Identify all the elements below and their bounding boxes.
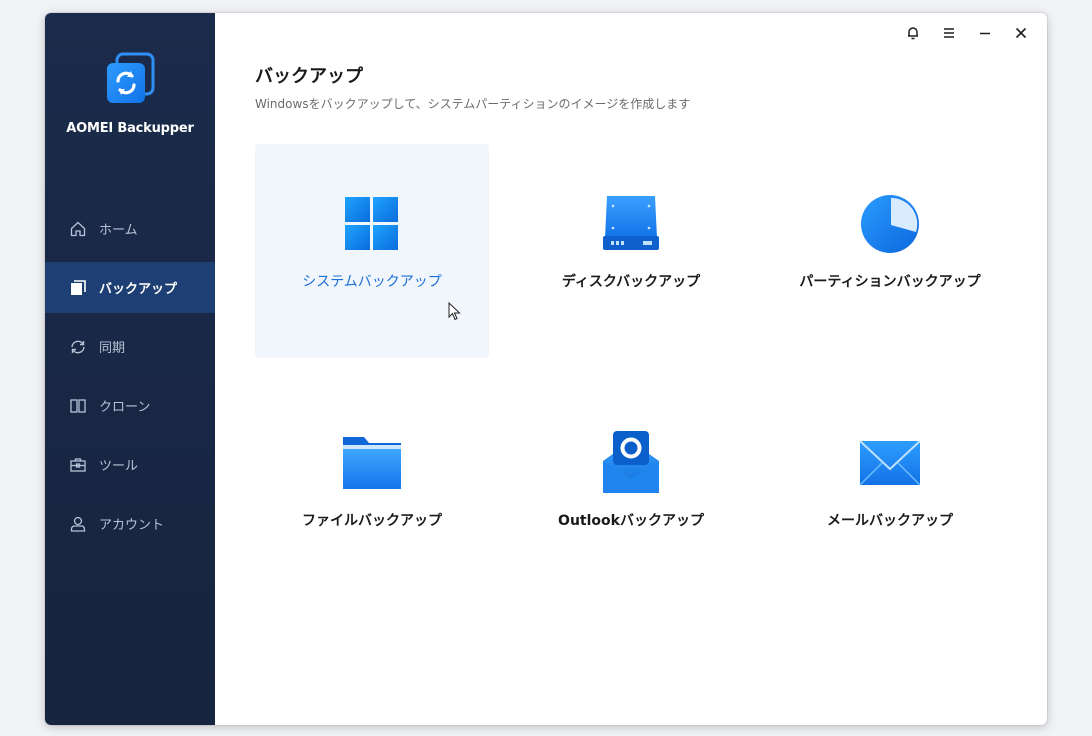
app-name: AOMEI Backupper — [66, 121, 194, 136]
clone-icon — [70, 398, 86, 413]
page-title: バックアップ — [255, 66, 363, 87]
sidebar-item-label: バックアップ — [99, 282, 178, 297]
system-backup-tile[interactable]: システムバックアップ — [255, 144, 489, 358]
folder-icon — [343, 437, 401, 489]
tile-label: ファイルバックアップ — [302, 513, 442, 529]
sidebar-item-label: 同期 — [99, 341, 126, 356]
sidebar-nav: ホーム バックアップ 同期 クローン ツール アカウント — [45, 203, 215, 557]
mouse-cursor-icon — [448, 302, 461, 321]
sidebar-item-sync[interactable]: 同期 — [45, 321, 215, 372]
tile-label: ディスクバックアップ — [561, 274, 701, 290]
file-backup-tile[interactable]: ファイルバックアップ — [255, 383, 489, 597]
home-icon — [70, 221, 86, 236]
menu-icon[interactable] — [933, 21, 965, 45]
sidebar-item-backup[interactable]: バックアップ — [45, 262, 215, 313]
backup-icon — [71, 279, 86, 295]
sidebar-item-label: アカウント — [99, 518, 165, 533]
tile-label: Outlookバックアップ — [558, 513, 704, 529]
sidebar-item-home[interactable]: ホーム — [45, 203, 215, 254]
disk-icon — [603, 196, 659, 250]
sidebar-item-clone[interactable]: クローン — [45, 380, 215, 431]
sidebar-item-account[interactable]: アカウント — [45, 498, 215, 549]
partition-pie-icon — [861, 195, 919, 253]
minimize-icon[interactable] — [969, 21, 1001, 45]
tools-icon — [70, 457, 86, 472]
close-icon[interactable] — [1005, 21, 1037, 45]
sidebar-item-label: ツール — [99, 459, 139, 474]
app-window: AOMEI Backupper ホーム バックアップ 同期 クローン ツール ア… — [45, 13, 1047, 725]
mail-icon — [859, 440, 921, 486]
outlook-backup-tile[interactable]: Outlookバックアップ — [514, 383, 748, 597]
disk-backup-tile[interactable]: ディスクバックアップ — [514, 144, 748, 358]
sidebar-item-label: クローン — [99, 400, 151, 415]
account-icon — [70, 516, 86, 532]
sidebar-item-tools[interactable]: ツール — [45, 439, 215, 490]
windows-icon — [345, 197, 398, 250]
mail-backup-tile[interactable]: メールバックアップ — [773, 383, 1007, 597]
aomei-logo-icon — [107, 52, 155, 103]
sync-icon — [71, 340, 85, 353]
tile-label: メールバックアップ — [827, 513, 953, 529]
outlook-icon — [603, 431, 659, 493]
tile-label: システムバックアップ — [302, 274, 442, 290]
bell-icon[interactable] — [897, 21, 929, 45]
sidebar: AOMEI Backupper ホーム バックアップ 同期 クローン ツール ア… — [45, 13, 215, 725]
partition-backup-tile[interactable]: パーティションバックアップ — [773, 144, 1007, 358]
page-subtitle: Windowsをバックアップして、システムパーティションのイメージを作成します — [255, 97, 691, 111]
window-controls — [897, 21, 1037, 45]
sidebar-item-label: ホーム — [99, 223, 138, 238]
tile-label: パーティションバックアップ — [799, 274, 981, 290]
